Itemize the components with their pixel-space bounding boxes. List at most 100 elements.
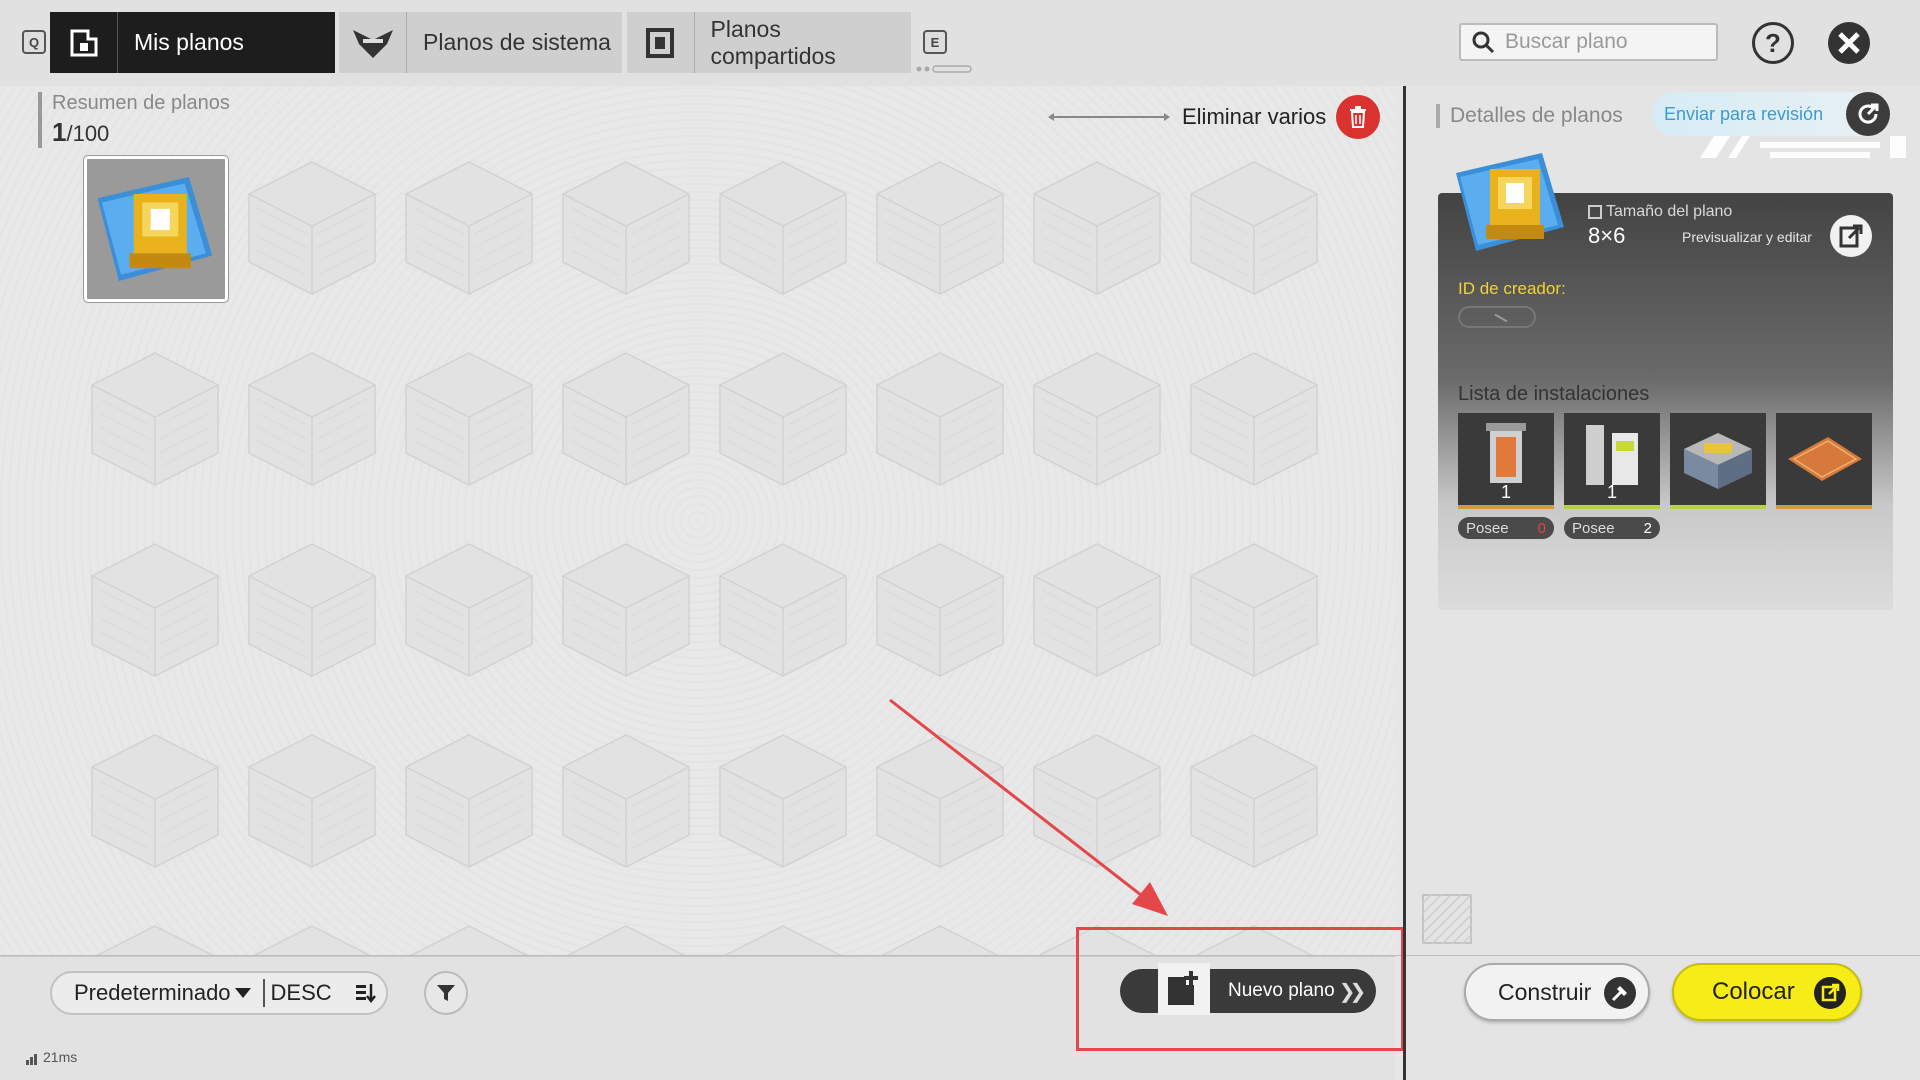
empty-slot-cube-icon [91,543,219,677]
blueprint-slot-empty [237,725,387,875]
empty-slot-cube-icon [1190,161,1318,295]
submit-for-review-label: Enviar para revisión [1664,103,1824,124]
blueprint-count: 1 [52,117,67,147]
facility-item[interactable]: 1 [1458,413,1554,509]
sort-order-icon[interactable] [354,982,376,1004]
help-button[interactable]: ? [1752,22,1794,64]
owned-label: Posee [1466,519,1509,537]
summary-title: Resumen de planos [52,92,230,114]
blueprint-slot-empty [394,343,544,493]
blueprint-slot-empty [1179,343,1329,493]
blueprint-slot-filled[interactable] [80,152,230,303]
separator [262,979,265,1007]
sort-control[interactable]: Predeterminado DESC [50,971,388,1015]
delete-multiple-control[interactable]: Eliminar varios [1048,94,1381,140]
right-bottom-divider [1406,955,1920,956]
blueprint-icon [50,12,118,73]
trash-icon [1350,106,1367,128]
blueprint-slot-empty [237,152,387,302]
preview-edit-button[interactable] [1830,215,1872,257]
empty-slot-cube-icon [405,543,533,677]
empty-slot-cube-icon [562,543,690,677]
decorative-stripes [1700,136,1906,158]
storage-box-icon [1684,433,1752,489]
resize-icon [1588,205,1602,219]
blueprint-slot-empty [1179,152,1329,302]
blueprint-thumbnail [1456,153,1564,251]
blueprint-slot-empty [551,725,701,875]
blueprint-slot-empty [394,725,544,875]
tab-my-blueprints[interactable]: Mis planos [50,12,335,73]
decorative-hatch [1422,894,1472,944]
blueprint-summary: Resumen de planos 1/100 [38,92,230,148]
empty-slot-cube-icon [719,543,847,677]
blueprint-slot-empty [708,343,858,493]
delete-multiple-label: Eliminar varios [1182,104,1327,129]
blueprint-slot-empty [80,725,230,875]
close-button[interactable] [1828,22,1870,64]
blueprint-slot-empty [237,343,387,493]
signal-icon [26,1054,38,1065]
empty-slot-cube-icon [91,352,219,486]
empty-slot-cube-icon [1033,543,1161,677]
owned-count: 0 [1537,519,1546,537]
empty-slot-cube-icon [562,161,690,295]
empty-slot-cube-icon [876,543,1004,677]
empty-slot-cube-icon [876,352,1004,486]
empty-slot-cube-icon [248,543,376,677]
tab-label: Planos de sistema [423,29,611,55]
caret-down-icon [234,988,251,998]
delete-multiple-button[interactable] [1336,95,1381,139]
endfield-logo-icon [339,12,407,73]
search-icon [1472,31,1495,54]
blueprint-slot-empty [237,534,387,684]
annotation-highlight-box [1076,927,1404,1051]
empty-slot-cube-icon [562,352,690,486]
details-title: Detalles de planos [1436,104,1623,128]
empty-slot-cube-icon [876,161,1004,295]
blueprint-slot-empty [551,534,701,684]
empty-slot-cube-icon [248,734,376,868]
submit-for-review-button[interactable]: Enviar para revisión [1652,92,1890,136]
blueprint-details-card: Tamaño del plano 8×6 Previsualizar y edi… [1438,153,1893,610]
tab-system-blueprints[interactable]: Planos de sistema [339,12,622,73]
blueprint-capacity: /100 [66,121,110,146]
build-button[interactable]: Construir [1464,963,1650,1021]
annotation-arrow [889,698,1168,916]
empty-slot-cube-icon [719,352,847,486]
empty-slot-cube-icon [562,734,690,868]
empty-slot-cube-icon [719,161,847,295]
empty-slot-cube-icon [1190,543,1318,677]
facility-list-label: Lista de instalaciones [1458,383,1650,405]
e-key-hint: E [923,30,947,54]
blueprint-slot-empty [865,152,1015,302]
facility-item[interactable] [1776,413,1872,509]
empty-slot-cube-icon [405,352,533,486]
place-button[interactable]: Colocar [1672,963,1862,1021]
sort-order-label[interactable]: DESC [271,980,332,1006]
facility-item[interactable] [1670,413,1766,509]
blueprint-slot-empty [865,343,1015,493]
top-bar: Q Mis planos Planos de sistema Planos co… [0,0,1920,86]
blueprint-slot-empty [708,534,858,684]
owned-count: 2 [1643,519,1652,537]
blueprint-list-panel: Resumen de planos 1/100 Eliminar varios [0,86,1395,1059]
summary-count: 1/100 [52,117,230,148]
search-input[interactable] [1505,30,1705,54]
blueprint-slot-empty [1022,343,1172,493]
hammer-icon [1604,977,1636,1009]
sort-mode-dropdown[interactable]: Predeterminado [52,980,251,1006]
blueprint-slot-empty [80,343,230,493]
edit-icon [1839,224,1863,248]
filter-button[interactable] [424,971,468,1015]
facility-item[interactable]: 1 [1564,413,1660,509]
blueprint-thumbnail [83,155,229,303]
facility-quantity: 1 [1606,482,1617,502]
empty-slot-cube-icon [405,161,533,295]
blueprint-size-value: 8×6 [1588,223,1626,248]
tab-shared-blueprints[interactable]: Planos compartidos [627,12,911,73]
search-box[interactable] [1459,23,1718,61]
size-label-text: Tamaño del plano [1606,203,1733,220]
owned-label: Posee [1572,519,1615,537]
blueprint-slot-empty [1179,534,1329,684]
